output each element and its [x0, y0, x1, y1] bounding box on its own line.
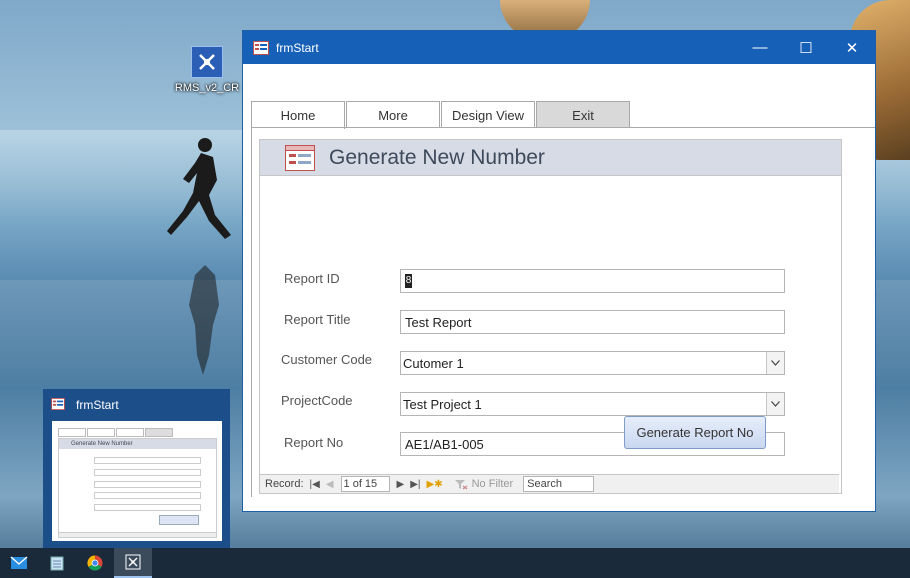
report-id-value: 8 [405, 274, 412, 288]
notepad-taskbar-button[interactable] [38, 548, 76, 578]
new-record-icon[interactable]: ▶✱ [427, 479, 443, 490]
chevron-down-icon[interactable] [766, 352, 784, 374]
form-header-icon [285, 144, 315, 171]
report-title-label: Report Title [284, 312, 351, 327]
access-app-icon [125, 554, 141, 570]
tab-panel-border [251, 127, 252, 497]
generate-number-form: Generate New Number Report ID 8 Report T… [259, 139, 842, 494]
report-id-label: Report ID [284, 271, 340, 286]
last-record-icon[interactable]: ▶| [410, 479, 420, 490]
first-record-icon[interactable]: |◀ [310, 479, 320, 490]
tab-design-view[interactable]: Design View [441, 101, 535, 128]
search-box[interactable]: Search [523, 476, 595, 492]
window-title: frmStart [276, 40, 319, 55]
next-record-icon[interactable]: ▶ [397, 479, 405, 490]
customer-code-combo[interactable]: Cutomer 1 [400, 351, 785, 375]
form-icon [51, 398, 65, 410]
maximize-button[interactable]: ☐ [783, 31, 829, 64]
desktop-shortcut[interactable]: RMS_v2_CR [172, 46, 242, 94]
tab-divider [251, 127, 875, 128]
runner-reflection [189, 265, 219, 375]
desktop-shortcut-label: RMS_v2_CR [174, 82, 240, 94]
window-client: Home More Design View Exit Generate New … [243, 64, 875, 511]
project-code-combo[interactable]: Test Project 1 [400, 392, 785, 416]
record-navigation-bar: Record: |◀ ◀ 1 of 15 ▶ ▶| ▶✱ No Filter S… [260, 474, 839, 493]
preview-title: frmStart [76, 398, 119, 412]
report-id-field[interactable]: 8 [400, 269, 785, 293]
tab-exit[interactable]: Exit [536, 101, 630, 128]
record-position-field[interactable]: 1 of 15 [340, 476, 390, 492]
tab-home[interactable]: Home [251, 101, 345, 129]
chevron-down-icon[interactable] [766, 393, 784, 415]
chrome-icon [87, 555, 103, 571]
customer-code-value: Cutomer 1 [403, 355, 464, 371]
form-title: Generate New Number [329, 145, 545, 169]
main-window: frmStart — ☐ ✕ Home More Design View Exi… [242, 30, 876, 512]
mail-icon [10, 556, 28, 569]
window-titlebar[interactable]: frmStart — ☐ ✕ [243, 31, 875, 64]
no-filter-label: No Filter [471, 478, 514, 490]
chrome-taskbar-button[interactable] [76, 548, 114, 578]
preview-thumbnail: Generate New Number [52, 421, 222, 541]
taskbar-thumbnail-preview[interactable]: frmStart Generate New Number [43, 389, 230, 548]
previous-record-icon[interactable]: ◀ [326, 479, 334, 490]
form-icon [253, 40, 269, 55]
filter-icon [454, 479, 467, 489]
tab-more[interactable]: More [346, 101, 440, 128]
report-title-field[interactable]: Test Report [400, 310, 785, 334]
runner-silhouette [167, 138, 231, 239]
report-no-label: Report No [284, 435, 344, 450]
project-code-label: ProjectCode [281, 393, 353, 408]
filter-toggle[interactable]: No Filter [454, 478, 514, 490]
minimize-button[interactable]: — [737, 31, 783, 64]
notepad-icon [50, 556, 64, 571]
generate-report-no-button[interactable]: Generate Report No [624, 416, 766, 449]
taskbar [0, 548, 910, 578]
mail-taskbar-button[interactable] [0, 548, 38, 578]
close-button[interactable]: ✕ [829, 31, 875, 64]
access-taskbar-button[interactable] [114, 548, 152, 578]
customer-code-label: Customer Code [281, 352, 373, 367]
preview-tabs [58, 428, 173, 437]
access-app-icon [191, 46, 223, 78]
record-label: Record: [265, 478, 304, 490]
form-header: Generate New Number [260, 140, 841, 176]
project-code-value: Test Project 1 [403, 396, 482, 412]
tab-strip: Home More Design View Exit [251, 101, 631, 129]
preview-form-title: Generate New Number [59, 439, 216, 449]
preview-form: Generate New Number [58, 438, 217, 538]
